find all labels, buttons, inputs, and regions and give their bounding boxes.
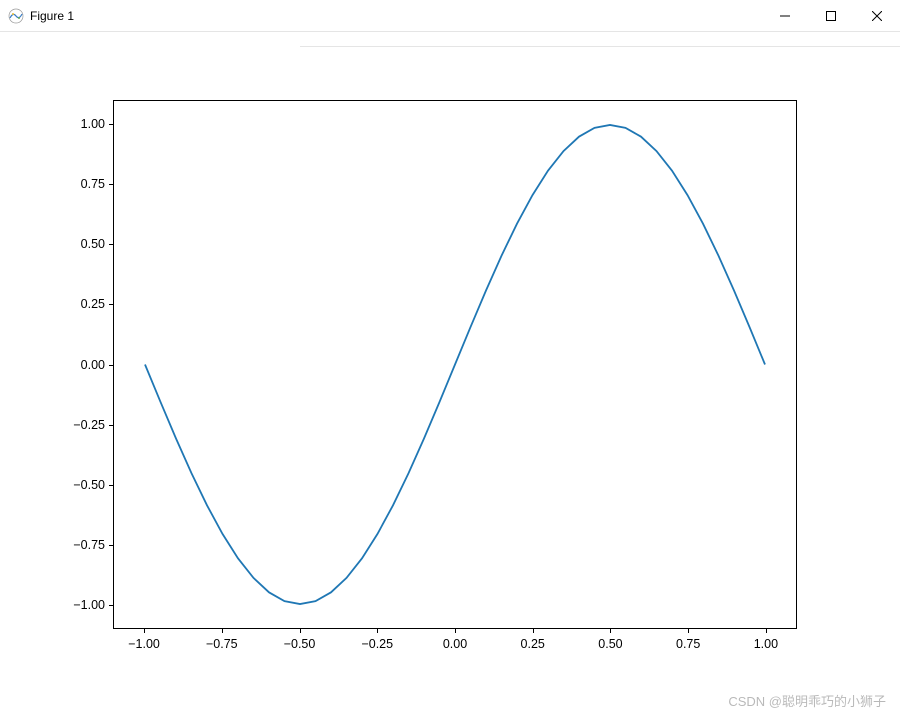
maximize-icon (826, 11, 836, 21)
y-tick-label: −1.00 (73, 598, 105, 612)
close-icon (872, 11, 882, 21)
window-controls (762, 0, 900, 31)
x-tick-label: 1.00 (754, 637, 778, 651)
y-tick-label: −0.50 (73, 478, 105, 492)
toolbar-divider (0, 32, 900, 60)
x-tick-mark (377, 629, 378, 633)
y-tick-label: 0.75 (81, 177, 105, 191)
close-button[interactable] (854, 0, 900, 31)
app-icon (8, 8, 24, 24)
x-tick-label: 0.00 (443, 637, 467, 651)
titlebar: Figure 1 (0, 0, 900, 32)
series-line (145, 125, 765, 604)
maximize-button[interactable] (808, 0, 854, 31)
x-tick-mark (533, 629, 534, 633)
x-tick-mark (222, 629, 223, 633)
y-tick-label: −0.25 (73, 418, 105, 432)
x-tick-label: 0.25 (521, 637, 545, 651)
window-title: Figure 1 (30, 9, 762, 23)
x-tick-label: −0.75 (206, 637, 238, 651)
y-tick-label: 0.50 (81, 237, 105, 251)
x-tick-mark (300, 629, 301, 633)
x-tick-mark (144, 629, 145, 633)
x-tick-mark (688, 629, 689, 633)
x-tick-mark (455, 629, 456, 633)
minimize-icon (780, 11, 790, 21)
x-tick-label: −1.00 (128, 637, 160, 651)
chart-plot-area (113, 100, 797, 629)
x-tick-label: −0.25 (361, 637, 393, 651)
x-tick-label: 0.75 (676, 637, 700, 651)
line-chart (114, 101, 796, 628)
y-tick-label: −0.75 (73, 538, 105, 552)
y-tick-label: 0.25 (81, 297, 105, 311)
watermark-text: CSDN @聪明乖巧的小狮子 (728, 691, 886, 710)
y-tick-label: 0.00 (81, 358, 105, 372)
x-tick-label: 0.50 (598, 637, 622, 651)
x-tick-label: −0.50 (284, 637, 316, 651)
x-tick-mark (766, 629, 767, 633)
y-tick-label: 1.00 (81, 117, 105, 131)
x-tick-mark (610, 629, 611, 633)
minimize-button[interactable] (762, 0, 808, 31)
